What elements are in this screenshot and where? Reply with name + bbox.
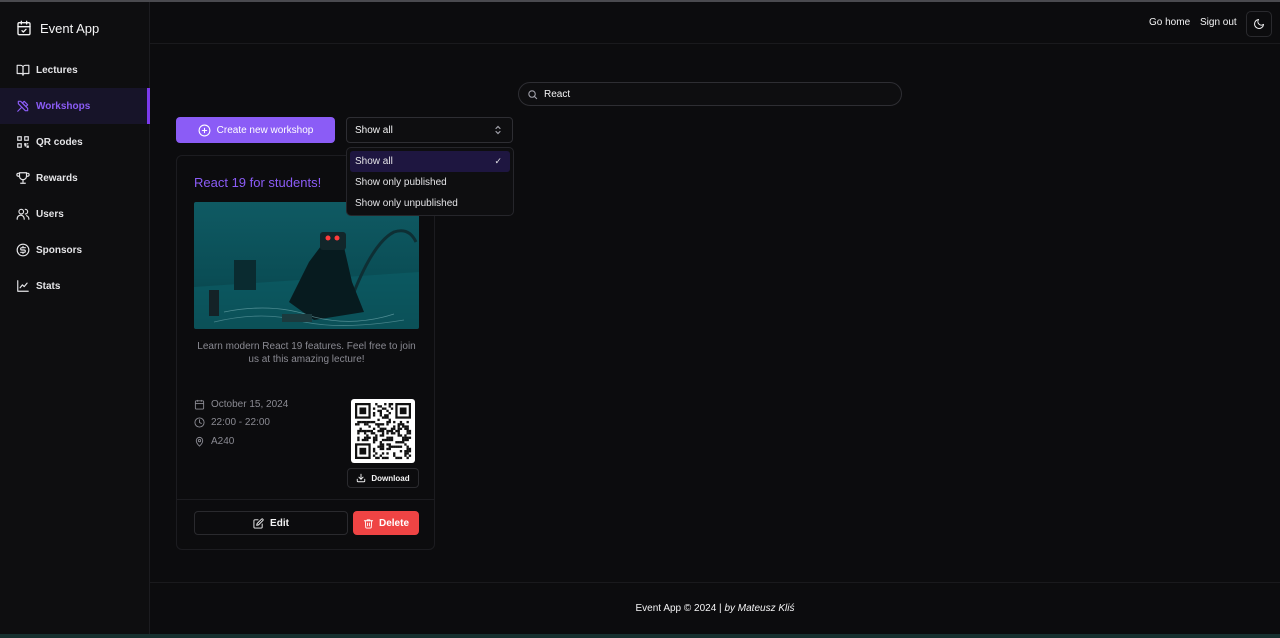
option-label: Show all bbox=[355, 156, 393, 167]
sidebar-nav: Lectures Workshops QR codes Rewards User… bbox=[0, 52, 150, 304]
chevron-up-down-icon bbox=[495, 125, 501, 135]
clock-icon bbox=[194, 417, 205, 428]
trophy-icon bbox=[16, 172, 30, 184]
sidebar-item-rewards[interactable]: Rewards bbox=[0, 160, 150, 196]
filter-option-unpublished[interactable]: Show only unpublished bbox=[350, 193, 510, 214]
sidebar-item-stats[interactable]: Stats bbox=[0, 268, 150, 304]
filter-select[interactable]: Show all bbox=[346, 117, 513, 143]
app-brand[interactable]: Event App bbox=[16, 20, 99, 36]
sidebar-item-sponsors[interactable]: Sponsors bbox=[0, 232, 150, 268]
calendar-check-icon bbox=[17, 20, 31, 36]
workshop-time: 22:00 - 22:00 bbox=[194, 417, 270, 428]
footer: Event App © 2024 | by Mateusz Kliś bbox=[150, 603, 1280, 614]
sidebar-item-label: Rewards bbox=[36, 172, 78, 184]
book-icon bbox=[16, 64, 30, 76]
workshop-time-text: 22:00 - 22:00 bbox=[211, 417, 270, 428]
search-input[interactable] bbox=[544, 88, 864, 100]
sidebar-item-qr-codes[interactable]: QR codes bbox=[0, 124, 150, 160]
edit-icon bbox=[253, 517, 264, 529]
search-bar[interactable] bbox=[518, 82, 902, 106]
sidebar-item-label: Stats bbox=[36, 280, 61, 292]
create-workshop-button[interactable]: Create new workshop bbox=[176, 117, 335, 143]
check-icon: ✓ bbox=[494, 156, 502, 166]
workshop-date-text: October 15, 2024 bbox=[211, 399, 289, 410]
moon-icon bbox=[1254, 19, 1264, 29]
filter-dropdown-menu: Show all ✓ Show only published Show only… bbox=[346, 147, 514, 216]
go-home-link[interactable]: Go home bbox=[1149, 17, 1190, 28]
qr-code-icon bbox=[17, 136, 29, 148]
window-bottom-border bbox=[0, 634, 1280, 638]
footer-author: by Mateusz Kliś bbox=[724, 603, 795, 614]
sidebar-item-lectures[interactable]: Lectures bbox=[0, 52, 150, 88]
sidebar-item-workshops[interactable]: Workshops bbox=[0, 88, 150, 124]
create-workshop-label: Create new workshop bbox=[216, 124, 314, 136]
option-label: Show only unpublished bbox=[355, 198, 458, 209]
sidebar-item-label: QR codes bbox=[36, 136, 83, 148]
filter-option-published[interactable]: Show only published bbox=[350, 172, 510, 193]
workshop-date: October 15, 2024 bbox=[194, 399, 288, 410]
option-label: Show only published bbox=[355, 177, 447, 188]
map-pin-icon bbox=[195, 436, 204, 447]
sign-out-link[interactable]: Sign out bbox=[1200, 17, 1237, 28]
sidebar-item-label: Lectures bbox=[36, 64, 78, 76]
sidebar-item-label: Sponsors bbox=[36, 244, 83, 256]
sidebar-item-users[interactable]: Users bbox=[0, 196, 150, 232]
workshop-description: Learn modern React 19 features. Feel fre… bbox=[197, 341, 416, 365]
workshop-image bbox=[194, 202, 419, 329]
workshop-room-text: A240 bbox=[211, 436, 235, 447]
delete-label: Delete bbox=[378, 517, 409, 529]
delete-button[interactable]: Delete bbox=[353, 511, 419, 535]
card-divider bbox=[177, 499, 434, 500]
dollar-icon bbox=[16, 243, 30, 257]
download-qr-button[interactable]: Download bbox=[347, 468, 419, 488]
sidebar-item-label: Users bbox=[36, 208, 64, 220]
download-label: Download bbox=[371, 473, 410, 483]
filter-option-show-all[interactable]: Show all ✓ bbox=[350, 151, 510, 172]
calendar-icon bbox=[194, 399, 205, 410]
chart-line-icon bbox=[17, 280, 29, 292]
plus-circle-icon bbox=[198, 124, 211, 136]
trash-icon bbox=[363, 518, 374, 529]
workshop-title[interactable]: React 19 for students! bbox=[194, 175, 321, 190]
sidebar: Event App Lectures Workshops QR codes Re… bbox=[0, 2, 150, 634]
edit-button[interactable]: Edit bbox=[194, 511, 348, 535]
qr-code-image bbox=[351, 399, 415, 463]
workshop-room: A240 bbox=[194, 436, 234, 447]
footer-copyright: Event App © 2024 | bbox=[635, 603, 725, 614]
footer-divider bbox=[150, 582, 1280, 583]
filter-select-value: Show all bbox=[355, 124, 393, 136]
download-icon bbox=[357, 473, 366, 483]
edit-label: Edit bbox=[270, 517, 289, 529]
sidebar-item-label: Workshops bbox=[36, 100, 91, 112]
search-icon bbox=[528, 89, 538, 99]
tools-icon bbox=[17, 100, 29, 112]
app-title: Event App bbox=[40, 20, 100, 36]
users-icon bbox=[16, 208, 30, 220]
theme-toggle-button[interactable] bbox=[1246, 11, 1272, 37]
top-header: Go home Sign out bbox=[150, 2, 1280, 44]
